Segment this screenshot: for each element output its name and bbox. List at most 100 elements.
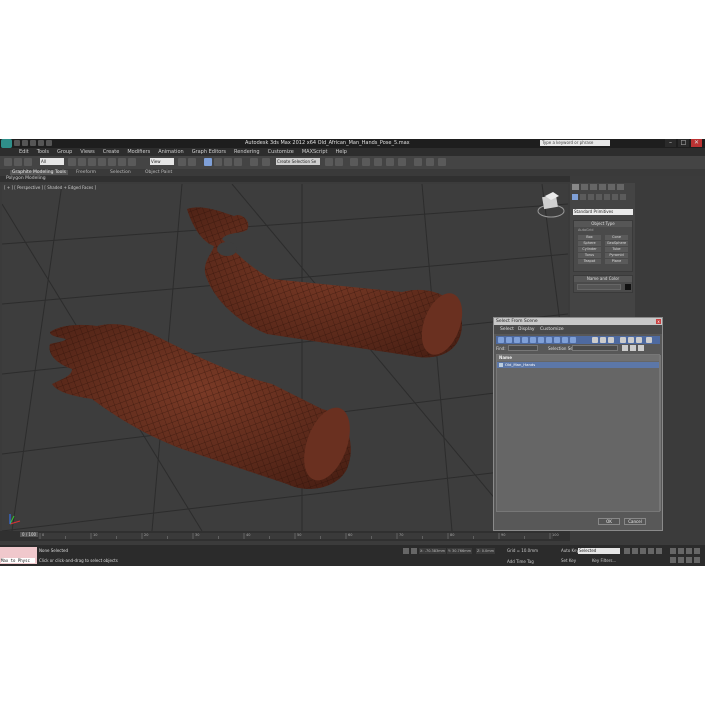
select-move-icon[interactable] bbox=[108, 158, 116, 166]
go-to-end-icon[interactable] bbox=[656, 548, 662, 554]
display-containers-icon[interactable] bbox=[570, 337, 576, 343]
material-editor-icon[interactable] bbox=[398, 158, 406, 166]
display-xrefs-icon[interactable] bbox=[554, 337, 560, 343]
open-file-icon[interactable] bbox=[22, 140, 28, 146]
zoom-all-icon[interactable] bbox=[678, 548, 684, 554]
perspective-viewport[interactable]: [ + ] [ Perspective ] [ Shaded + Edged F… bbox=[2, 184, 568, 531]
display-invert-icon[interactable] bbox=[608, 337, 614, 343]
list-scrollbar[interactable] bbox=[659, 355, 661, 511]
align-icon[interactable] bbox=[335, 158, 343, 166]
play-icon[interactable] bbox=[640, 548, 646, 554]
zoom-icon[interactable] bbox=[670, 548, 676, 554]
dialog-close-button[interactable]: x bbox=[656, 319, 661, 324]
percent-snap-icon[interactable] bbox=[234, 158, 242, 166]
new-file-icon[interactable] bbox=[14, 140, 20, 146]
graphite-toggle-icon[interactable] bbox=[362, 158, 370, 166]
helpers-icon[interactable] bbox=[604, 194, 610, 200]
app-logo-icon[interactable] bbox=[1, 139, 12, 148]
select-by-name-icon[interactable] bbox=[78, 158, 86, 166]
go-to-start-icon[interactable] bbox=[624, 548, 630, 554]
key-filters-button[interactable]: Key Filters... bbox=[592, 558, 616, 563]
name-color-header[interactable]: Name and Color bbox=[574, 276, 632, 282]
column-header-name[interactable]: Name bbox=[497, 355, 659, 361]
modify-tab-icon[interactable] bbox=[581, 184, 588, 190]
object-type-tube-button[interactable]: Tube bbox=[605, 247, 628, 252]
next-frame-icon[interactable] bbox=[648, 548, 654, 554]
ok-button[interactable]: OK bbox=[598, 518, 620, 525]
reference-coordinate-dropdown[interactable]: View bbox=[150, 158, 174, 165]
object-type-cone-button[interactable]: Cone bbox=[605, 235, 628, 240]
object-type-plane-button[interactable]: Plane bbox=[605, 259, 628, 264]
polygon-modeling-label[interactable]: Polygon Modeling bbox=[6, 176, 46, 181]
undo-icon[interactable] bbox=[38, 140, 44, 146]
cancel-button[interactable]: Cancel bbox=[624, 518, 646, 525]
set-key-button[interactable]: Set Key bbox=[561, 558, 576, 563]
undo-icon[interactable] bbox=[4, 158, 12, 166]
dialog-menu-customize[interactable]: Customize bbox=[540, 327, 564, 332]
ribbon-tab-object-paint[interactable]: Object Paint bbox=[145, 170, 172, 175]
geometry-icon[interactable] bbox=[572, 194, 578, 200]
x-value[interactable]: -70.383mm bbox=[425, 549, 445, 553]
mirror-icon[interactable] bbox=[325, 158, 333, 166]
menu-item-create[interactable]: Create bbox=[103, 149, 120, 155]
display-lights-icon[interactable] bbox=[514, 337, 520, 343]
ribbon-tab-graphite[interactable]: Graphite Modeling Tools bbox=[10, 170, 69, 175]
selection-filter-dropdown[interactable]: All bbox=[40, 158, 64, 165]
window-crossing-icon[interactable] bbox=[98, 158, 106, 166]
display-helpers-icon[interactable] bbox=[530, 337, 536, 343]
orbit-icon[interactable] bbox=[686, 557, 692, 563]
select-none-icon[interactable] bbox=[628, 337, 634, 343]
layer-manager-icon[interactable] bbox=[350, 158, 358, 166]
select-manipulate-icon[interactable] bbox=[188, 158, 196, 166]
menu-item-modifiers[interactable]: Modifiers bbox=[127, 149, 150, 155]
display-groups-icon[interactable] bbox=[546, 337, 552, 343]
dialog-menu-select[interactable]: Select bbox=[500, 327, 514, 332]
menu-item-animation[interactable]: Animation bbox=[158, 149, 184, 155]
add-time-tag[interactable]: Add Time Tag bbox=[507, 559, 534, 564]
object-type-sphere-button[interactable]: Sphere bbox=[578, 241, 601, 246]
select-scale-icon[interactable] bbox=[128, 158, 136, 166]
object-type-geosphere-button[interactable]: GeoSphere bbox=[605, 241, 628, 246]
maxscript-listener[interactable]: Max to Physc bbox=[0, 547, 37, 564]
display-spacewarps-icon[interactable] bbox=[538, 337, 544, 343]
display-tab-icon[interactable] bbox=[608, 184, 615, 190]
render-production-icon[interactable] bbox=[438, 158, 446, 166]
cameras-icon[interactable] bbox=[596, 194, 602, 200]
object-type-pyramid-button[interactable]: Pyramid bbox=[605, 253, 628, 258]
systems-icon[interactable] bbox=[620, 194, 626, 200]
lock-selection-icon[interactable] bbox=[403, 548, 409, 554]
rectangular-selection-icon[interactable] bbox=[88, 158, 96, 166]
search-input[interactable]: Type a keyword or phrase bbox=[540, 140, 610, 146]
snaps-toggle-icon[interactable] bbox=[214, 158, 222, 166]
menu-item-rendering[interactable]: Rendering bbox=[234, 149, 260, 155]
rendered-frame-icon[interactable] bbox=[426, 158, 434, 166]
object-type-teapot-button[interactable]: Teapot bbox=[578, 259, 601, 264]
space-warps-icon[interactable] bbox=[612, 194, 618, 200]
save-file-icon[interactable] bbox=[30, 140, 36, 146]
create-tab-icon[interactable] bbox=[572, 184, 579, 190]
object-type-cylinder-button[interactable]: Cylinder bbox=[578, 247, 601, 252]
select-rotate-icon[interactable] bbox=[118, 158, 126, 166]
object-type-torus-button[interactable]: Torus bbox=[578, 253, 601, 258]
unlink-icon[interactable] bbox=[24, 158, 32, 166]
primitive-type-dropdown[interactable]: Standard Primitives bbox=[573, 209, 633, 215]
select-all-icon[interactable] bbox=[620, 337, 626, 343]
z-value[interactable]: 0.0mm bbox=[482, 549, 494, 553]
curve-editor-icon[interactable] bbox=[374, 158, 382, 166]
utilities-tab-icon[interactable] bbox=[617, 184, 624, 190]
spinner-snap-icon[interactable] bbox=[250, 158, 258, 166]
selection-set-remove-icon[interactable] bbox=[638, 345, 644, 351]
object-name-input[interactable] bbox=[577, 284, 621, 290]
dialog-menu-display[interactable]: Display bbox=[518, 327, 535, 332]
display-geometry-icon[interactable] bbox=[498, 337, 504, 343]
hierarchy-tab-icon[interactable] bbox=[590, 184, 597, 190]
lights-icon[interactable] bbox=[588, 194, 594, 200]
menu-item-graph-editors[interactable]: Graph Editors bbox=[192, 149, 226, 155]
render-setup-icon[interactable] bbox=[414, 158, 422, 166]
menu-item-views[interactable]: Views bbox=[80, 149, 94, 155]
display-bones-icon[interactable] bbox=[562, 337, 568, 343]
minimize-button[interactable]: – bbox=[665, 139, 676, 147]
lower-hand-mesh[interactable] bbox=[49, 324, 358, 489]
named-selection-dropdown[interactable]: Create Selection Se bbox=[276, 158, 320, 165]
close-button[interactable]: ✕ bbox=[691, 139, 702, 147]
